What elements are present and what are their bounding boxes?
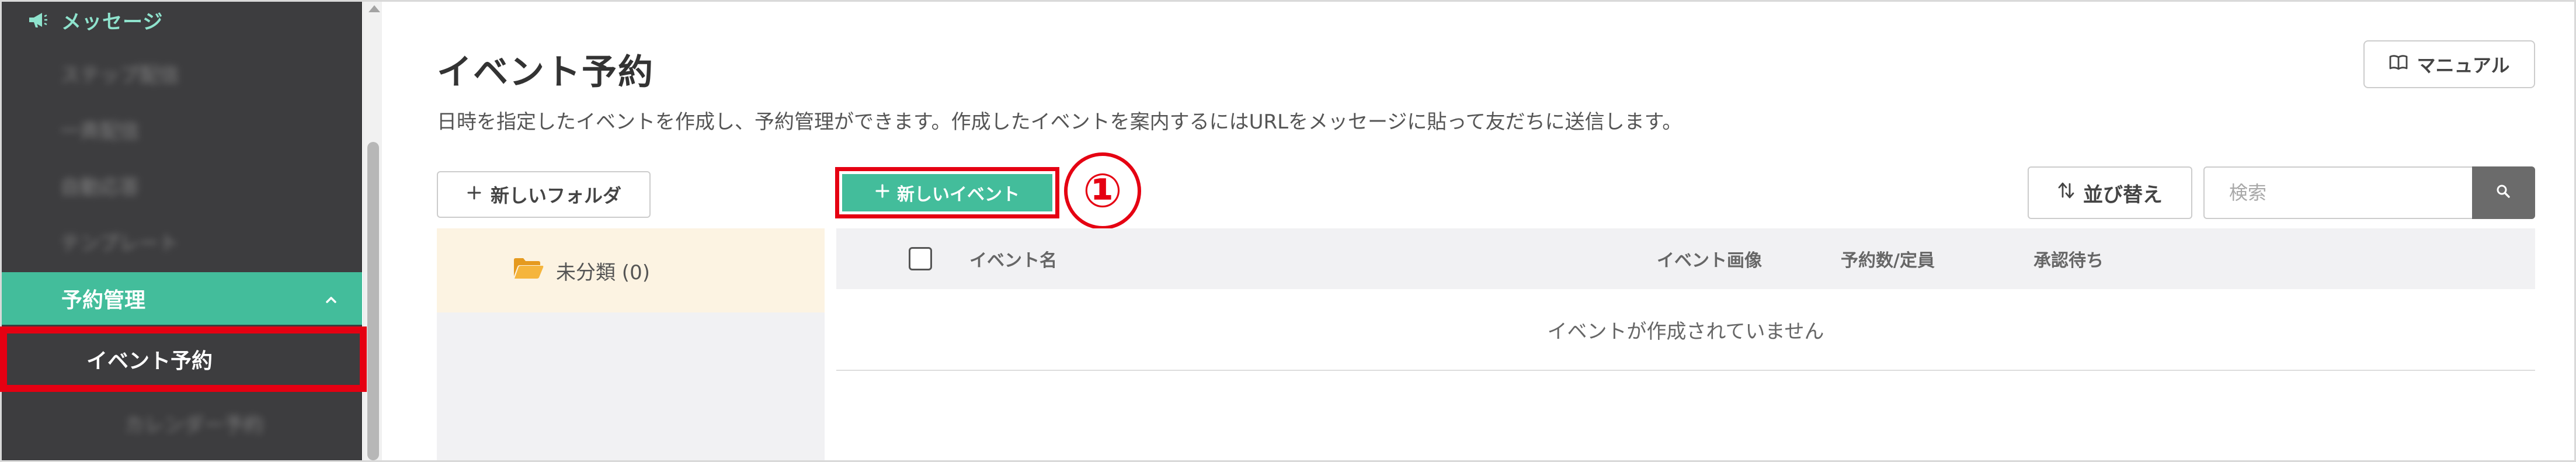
scroll-thumb[interactable] — [367, 142, 379, 460]
sidebar-item-message[interactable]: メッセージ — [2, 2, 362, 38]
page-title: イベント予約 — [437, 52, 654, 93]
chevron-up-icon — [322, 290, 340, 307]
page-description: 日時を指定したイベントを作成し、予約管理ができます。作成したイベントを案内するに… — [437, 110, 1682, 134]
step-callout-badge: ① — [1064, 152, 1141, 230]
search-input[interactable] — [2205, 168, 2472, 218]
column-header-pending-approval[interactable]: 承認待ち — [2033, 228, 2104, 289]
event-table-empty-message: イベントが作成されていません — [836, 289, 2535, 371]
manual-button[interactable]: マニュアル — [2363, 40, 2535, 88]
column-header-reservations-capacity[interactable]: 予約数/定員 — [1841, 228, 1935, 289]
book-icon — [2389, 53, 2408, 75]
main-content: イベント予約 日時を指定したイベントを作成し、予約管理ができます。作成したイベン… — [385, 2, 2572, 460]
new-folder-label: 新しいフォルダ — [490, 185, 621, 207]
scroll-up-arrow-icon[interactable] — [369, 5, 380, 12]
select-all-checkbox[interactable] — [909, 247, 932, 270]
sidebar-item-auto-reply[interactable]: 自動応答 — [2, 156, 362, 214]
megaphone-icon — [26, 8, 50, 32]
column-header-event-name[interactable]: イベント名 — [969, 228, 1057, 289]
sort-button-label: 並び替え — [2083, 183, 2163, 207]
sidebar-item-label: イベント予約 — [86, 349, 213, 373]
sidebar-header-label: メッセージ — [61, 10, 164, 34]
new-event-label: 新しいイベント — [897, 185, 1020, 205]
column-header-event-image[interactable]: イベント画像 — [1657, 228, 1762, 289]
sidebar-item-template[interactable]: テンプレート — [2, 212, 362, 270]
plus-icon — [875, 183, 890, 203]
plus-icon — [466, 183, 482, 206]
search-box — [2203, 166, 2472, 219]
new-event-button[interactable]: 新しいイベント — [842, 174, 1052, 211]
sidebar-section-reservation[interactable]: 予約管理 — [2, 272, 362, 325]
event-table-header: イベント名 イベント画像 予約数/定員 承認待ち — [836, 228, 2535, 289]
search-button[interactable] — [2472, 166, 2535, 219]
sidebar-item-calendar[interactable]: カレンダー予約 — [2, 397, 362, 449]
folder-item-label: 未分類 (0) — [556, 260, 650, 284]
sidebar-item-event-reservation[interactable]: イベント予約 — [0, 326, 367, 392]
sidebar-section-label: 予約管理 — [61, 289, 146, 312]
new-event-highlight: 新しいイベント — [835, 167, 1059, 218]
manual-button-label: マニュアル — [2417, 54, 2510, 77]
search-icon — [2495, 183, 2512, 202]
folder-item-uncategorized[interactable]: 未分類 (0) — [437, 228, 825, 312]
sidebar-item-broadcast[interactable]: 一斉配信 — [2, 100, 362, 158]
sort-arrows-icon — [2057, 180, 2075, 206]
sidebar-item-step[interactable]: ステップ配信 — [2, 44, 362, 102]
folder-open-icon — [513, 256, 544, 285]
folder-panel: 未分類 (0) — [437, 228, 825, 460]
new-folder-button[interactable]: 新しいフォルダ — [437, 171, 651, 218]
sort-button[interactable]: 並び替え — [2028, 166, 2192, 219]
